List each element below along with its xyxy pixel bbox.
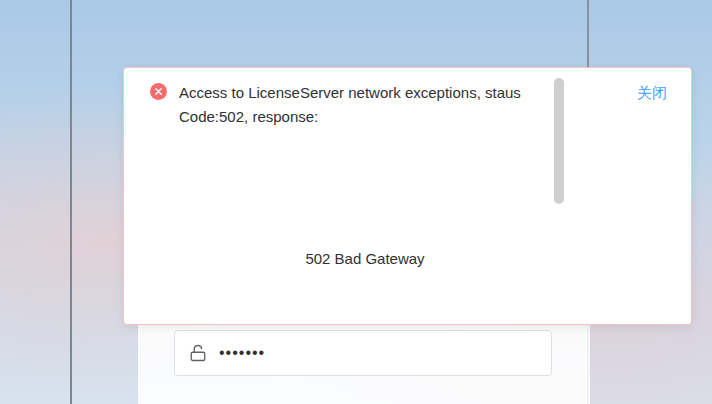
error-message: Access to LicenseServer network exceptio…	[123, 67, 692, 325]
message-content: Access to LicenseServer network exceptio…	[179, 81, 551, 271]
message-text: Access to LicenseServer network exceptio…	[179, 81, 551, 129]
message-body: 502 Bad Gateway	[179, 247, 551, 271]
scrollbar-thumb[interactable]	[554, 78, 564, 204]
password-field[interactable]: •••••••	[174, 330, 552, 376]
login-page: ••••••• Access to LicenseServer network e…	[0, 0, 712, 404]
lock-icon	[189, 344, 207, 362]
password-value: •••••••	[219, 344, 265, 362]
error-icon	[150, 83, 167, 100]
close-button[interactable]: 关闭	[637, 81, 667, 105]
